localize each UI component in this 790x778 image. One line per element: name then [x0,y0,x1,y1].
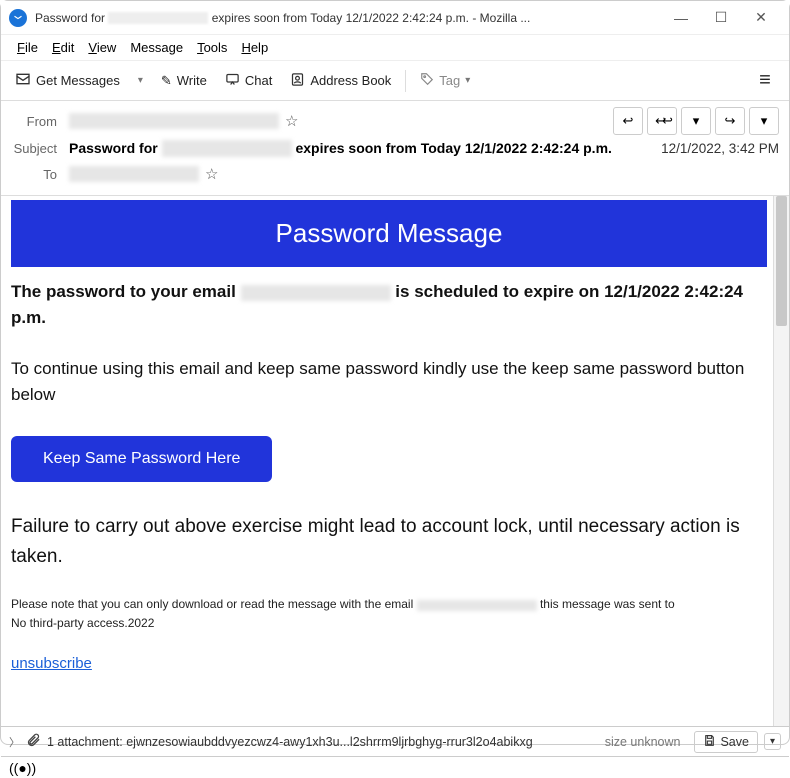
reply-actions: ↩ ↩↩ ▾ ↪ ▾ [613,107,779,135]
subject-redacted [162,140,292,157]
app-icon [9,9,27,27]
save-label: Save [720,735,749,749]
chat-button[interactable]: Chat [217,67,280,95]
toolbar-separator [405,70,406,92]
unsubscribe-link[interactable]: unsubscribe [11,652,92,675]
note-redacted [417,600,537,611]
reply-button[interactable]: ↩ [613,107,643,135]
save-icon [703,734,716,750]
status-bar: ((●)) [1,756,789,778]
title-suffix: expires soon from Today 12/1/2022 2:42:2… [212,11,531,25]
subject-suffix: expires soon from Today 12/1/2022 2:42:2… [295,140,611,156]
reply-all-icon: ↩↩ [655,113,669,129]
vertical-scrollbar[interactable] [773,196,789,726]
note2: No third-party access.2022 [11,614,767,633]
pencil-icon: ✎ [161,73,172,89]
toolbar: Get Messages ▾ ✎ Write Chat Address Book… [1,61,789,101]
close-button[interactable]: ✕ [741,4,781,32]
attachment-size: size unknown [605,735,681,749]
chevron-down-icon: ▾ [770,736,775,747]
keep-password-button[interactable]: Keep Same Password Here [11,436,272,482]
note-prefix: Please note that you can only download o… [11,597,413,611]
save-attachment-button[interactable]: Save [694,731,758,753]
chevron-down-icon: ▾ [693,113,700,129]
message-headers: From ☆ ↩ ↩↩ ▾ ↪ ▾ Subject Password for e… [1,101,789,196]
address-book-icon [290,72,305,90]
forward-icon: ↪ [725,113,736,129]
menu-file[interactable]: File [11,38,44,57]
star-icon[interactable]: ☆ [205,165,218,183]
attachment-bar: 〉 1 attachment: ejwnzesowiaubddvyezcwz4-… [1,726,789,756]
reply-icon: ↩ [623,113,634,129]
tag-button[interactable]: Tag ▾ [412,67,478,94]
minimize-button[interactable]: — [661,4,701,32]
download-icon [15,71,31,90]
to-value-redacted [69,166,199,182]
get-messages-button[interactable]: Get Messages [7,66,128,95]
menu-message[interactable]: Message [124,38,189,57]
connectivity-icon: ((●)) [9,760,36,776]
window-titlebar: Password for expires soon from Today 12/… [1,1,789,35]
save-dropdown[interactable]: ▾ [764,733,781,750]
address-book-button[interactable]: Address Book [282,67,399,95]
app-menu-button[interactable]: ≡ [747,64,783,97]
title-redacted [108,12,208,24]
title-prefix: Password for [35,11,105,25]
note-suffix: this message was sent to [540,597,675,611]
reply-all-button[interactable]: ↩↩ [647,107,677,135]
write-button[interactable]: ✎ Write [153,68,215,94]
get-messages-dropdown[interactable]: ▾ [130,70,151,91]
maximize-button[interactable]: ☐ [701,4,741,32]
menu-help[interactable]: Help [235,38,274,57]
paperclip-icon [26,733,41,751]
menu-view[interactable]: View [82,38,122,57]
scrollbar-thumb[interactable] [776,196,787,326]
reply-all-dropdown[interactable]: ▾ [681,107,711,135]
chevron-down-icon: ▾ [761,113,768,129]
menubar: File Edit View Message Tools Help [1,35,789,61]
tag-label: Tag [439,73,460,88]
expand-attachment-icon[interactable]: 〉 [9,734,20,750]
forward-button[interactable]: ↪ [715,107,745,135]
get-messages-label: Get Messages [36,73,120,88]
menu-edit[interactable]: Edit [46,38,80,57]
chat-label: Chat [245,73,272,88]
email-banner: Password Message [11,200,767,267]
star-icon[interactable]: ☆ [285,112,298,130]
forward-dropdown[interactable]: ▾ [749,107,779,135]
subject-label: Subject [11,141,69,156]
hamburger-icon: ≡ [759,69,771,92]
chat-icon [225,72,240,90]
body-email-redacted [241,285,391,301]
address-book-label: Address Book [310,73,391,88]
body-warning: Failure to carry out above exercise migh… [11,512,767,571]
from-label: From [11,114,69,129]
message-date: 12/1/2022, 3:42 PM [661,141,779,156]
message-body[interactable]: Password Message The password to your em… [1,196,773,726]
menu-tools[interactable]: Tools [191,38,233,57]
body-line1-prefix: The password to your email [11,282,236,301]
write-label: Write [177,73,207,88]
subject-prefix: Password for [69,140,158,156]
body-line2: To continue using this email and keep sa… [11,356,767,409]
chevron-down-icon: ▾ [138,75,143,86]
from-value-redacted [69,113,279,129]
tag-icon [420,72,434,89]
window-title: Password for expires soon from Today 12/… [35,11,661,25]
attachment-text[interactable]: 1 attachment: ejwnzesowiaubddvyezcwz4-aw… [47,735,533,749]
chevron-down-icon: ▾ [465,75,470,86]
to-label: To [11,167,69,182]
